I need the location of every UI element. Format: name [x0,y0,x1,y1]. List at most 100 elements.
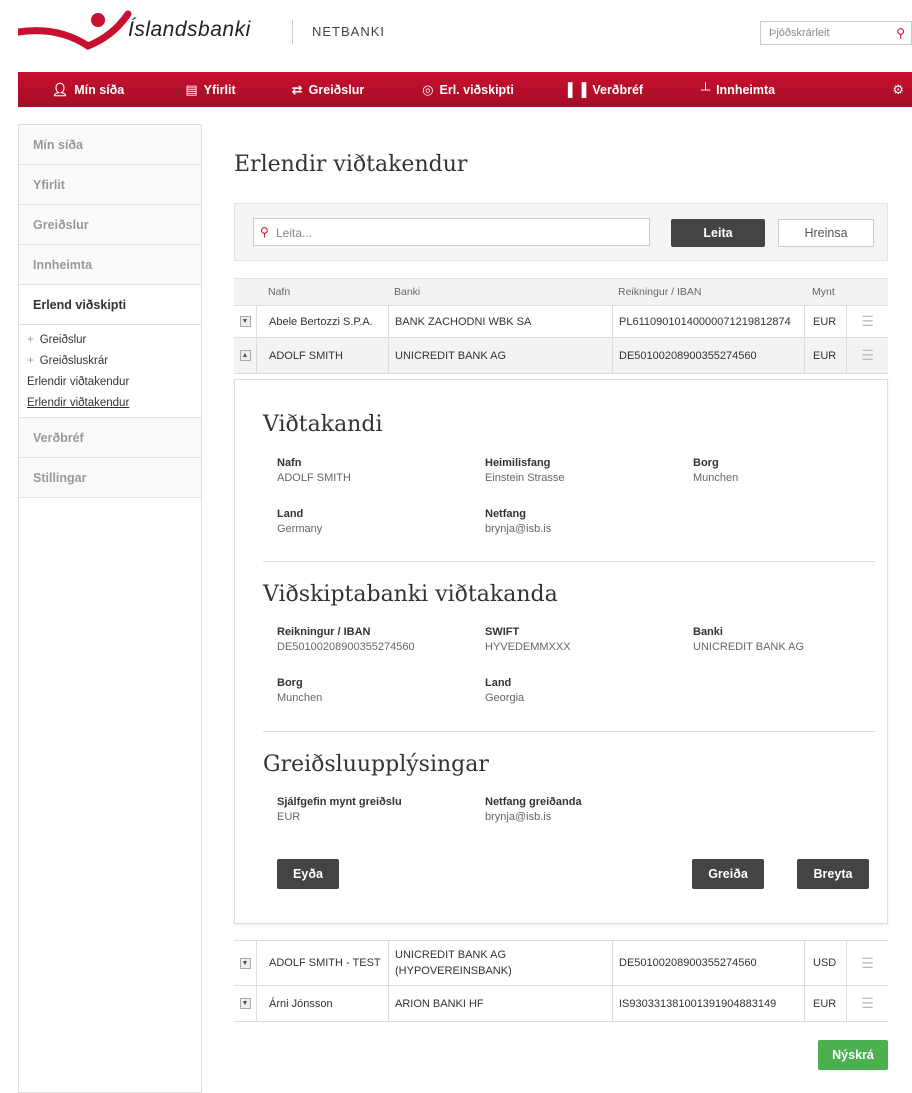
cell-iban: PL61109010140000071219812874 [612,306,804,337]
payment-info-heading: Greiðsluupplýsingar [263,752,489,777]
bank-country-field: Land Georgia [485,677,525,704]
search-placeholder: Leita... [276,226,313,240]
bank-swift-field: SWIFT HYVEDEMMXXX [485,626,571,653]
product-name: NETBANKI [312,24,386,39]
default-currency-field: Sjálfgefin mynt greiðslu EUR [277,796,402,823]
bar-chart-icon: ▌▐ [567,82,587,97]
divider [292,20,293,44]
list-menu-icon[interactable]: ☰ [846,338,888,373]
table-row[interactable]: ▼ Abele Bertozzi S.P.A. BANK ZACHODNI WB… [234,306,888,338]
submenu-item-greidsluskrar[interactable]: + Greiðsluskrár [19,350,201,371]
nav-settings[interactable]: ⚙ [808,72,912,107]
search-button[interactable]: Leita [671,219,765,247]
sidebar-item-stillingar[interactable]: Stillingar [19,458,201,498]
table-row-expanded[interactable]: ▲ ADOLF SMITH UNICREDIT BANK AG DE501002… [234,338,888,374]
cell-currency: USD [804,941,846,985]
recipient-address-field: Heimilisfang Einstein Strasse [485,457,565,484]
sidebar-submenu: + Greiðslur + Greiðsluskrár Erlendir viðta… [19,325,201,418]
search-icon[interactable]: ⚲ [896,26,905,40]
recipients-table: Nafn Banki Reikningur / IBAN Mynt ▼ Abel… [234,278,888,374]
bank-iban-field: Reikningur / IBAN DE50100208900355274560 [277,626,415,653]
cell-bank: BANK ZACHODNI WBK SA [388,306,612,337]
divider [263,561,875,562]
expand-icon[interactable]: ▼ [239,998,251,1009]
header: Íslandsbanki NETBANKI Þjóðskrárleit ⚲ [0,0,912,68]
register-new-button[interactable]: Nýskrá [818,1040,888,1070]
plus-icon: + [27,354,34,367]
nav-innheimta[interactable]: ┴ Innheimta [668,72,808,107]
cell-currency: EUR [804,986,846,1021]
sidebar-item-min-sida[interactable]: Mín síða [19,125,201,165]
gear-icon: ⚙ [892,81,904,97]
recipient-heading: Viðtakandi [263,412,383,437]
sidebar-item-erlend-vidskipti[interactable]: Erlend viðskipti [19,285,201,325]
user-icon: 👤︎ [51,81,69,97]
cell-bank: UNICREDIT BANK AG (HYPOVEREINSBANK) [388,941,612,985]
recipient-name-field: Nafn ADOLF SMITH [277,457,351,484]
recipient-country-field: Land Germany [277,508,323,535]
edit-button[interactable]: Breyta [797,859,869,889]
submenu-item-erlendir-vidtakendur-active[interactable]: Erlendir viðtakendur [19,392,201,413]
cell-iban: DE50100208900355274560 [612,941,804,985]
recipient-detail-panel: Viðtakandi Nafn ADOLF SMITH Heimilisfang… [234,379,888,924]
divider [263,731,875,732]
recipient-city-field: Borg Munchen [693,457,739,484]
search-icon: ⚲ [260,225,269,239]
submenu-item-greidslur[interactable]: + Greiðslur [19,329,201,350]
recipient-search-input[interactable]: ⚲ Leita... [253,218,650,246]
recipients-table-continued: ▼ ADOLF SMITH - TEST UNICREDIT BANK AG (… [234,940,888,1022]
clear-button[interactable]: Hreinsa [778,219,874,247]
cell-bank: UNICREDIT BANK AG [388,338,612,373]
expand-icon[interactable]: ▼ [239,316,251,327]
document-icon: ▤ [185,81,198,97]
pay-button[interactable]: Greiða [692,859,764,889]
list-menu-icon[interactable]: ☰ [846,941,888,985]
list-menu-icon[interactable]: ☰ [846,986,888,1021]
nav-erl-vidskipti[interactable]: ◎ Erl. viðskipti [393,72,543,107]
cell-name: Árni Jónsson [256,986,388,1021]
collapse-icon[interactable]: ▲ [239,350,251,361]
globe-icon: ◎ [422,81,434,97]
column-header-bank[interactable]: Banki [388,279,612,305]
sidebar-item-yfirlit[interactable]: Yfirlit [19,165,201,205]
recipient-bank-heading: Viðskiptabanki viðtakanda [263,582,558,607]
nav-greidslur[interactable]: ⇄ Greiðslur [263,72,393,107]
bank-name-field: Banki UNICREDIT BANK AG [693,626,805,653]
payer-email-field: Netfang greiðanda brynja@isb.is [485,796,582,823]
cell-currency: EUR [804,338,846,373]
cell-name: Abele Bertozzi S.P.A. [256,306,388,337]
nav-verdbref[interactable]: ▌▐ Verðbréf [543,72,668,107]
nav-min-sida[interactable]: 👤︎ Mín síða [18,72,158,107]
brand-name: Íslandsbanki [128,18,251,41]
bank-city-field: Borg Munchen [277,677,323,704]
cell-bank: ARION BANKI HF [388,986,612,1021]
main-nav: 👤︎ Mín síða ▤ Yfirlit ⇄ Greiðslur ◎ Erl. við… [18,72,912,107]
search-panel: ⚲ Leita... Leita Hreinsa [234,203,888,261]
cell-iban: DE50100208900355274560 [612,338,804,373]
nav-yfirlit[interactable]: ▤ Yfirlit [158,72,263,107]
stamp-icon: ┴ [700,82,711,97]
delete-button[interactable]: Eyða [277,859,339,889]
table-row[interactable]: ▼ Árni Jónsson ARION BANKI HF IS93033138… [234,986,888,1022]
cell-currency: EUR [804,306,846,337]
search-placeholder: Þjóðskrárleit [769,27,830,39]
national-registry-search-input[interactable]: Þjóðskrárleit ⚲ [760,21,912,45]
column-header-name[interactable]: Nafn [256,279,388,305]
recipient-email-field: Netfang brynja@isb.is [485,508,552,535]
sidebar-item-innheimta[interactable]: Innheimta [19,245,201,285]
column-header-iban[interactable]: Reikningur / IBAN [612,279,804,305]
submenu-item-erlendir-vidtakendur[interactable]: Erlendir viðtakendur [19,371,201,392]
cell-name: ADOLF SMITH [256,338,388,373]
sidebar-item-greidslur[interactable]: Greiðslur [19,205,201,245]
cell-iban: IS930331381001391904883149 [612,986,804,1021]
sidebar-item-verdbref[interactable]: Verðbréf [19,418,201,458]
transfer-arrows-icon: ⇄ [291,81,303,97]
plus-icon: + [27,333,34,346]
sidebar: Mín síða Yfirlit Greiðslur Innheimta Erl… [18,124,202,1093]
list-menu-icon[interactable]: ☰ [846,306,888,337]
table-row[interactable]: ▼ ADOLF SMITH - TEST UNICREDIT BANK AG (… [234,940,888,986]
table-header: Nafn Banki Reikningur / IBAN Mynt [234,278,888,306]
page-title: Erlendir viðtakendur [234,152,468,177]
column-header-currency[interactable]: Mynt [804,279,846,305]
expand-icon[interactable]: ▼ [239,957,251,969]
